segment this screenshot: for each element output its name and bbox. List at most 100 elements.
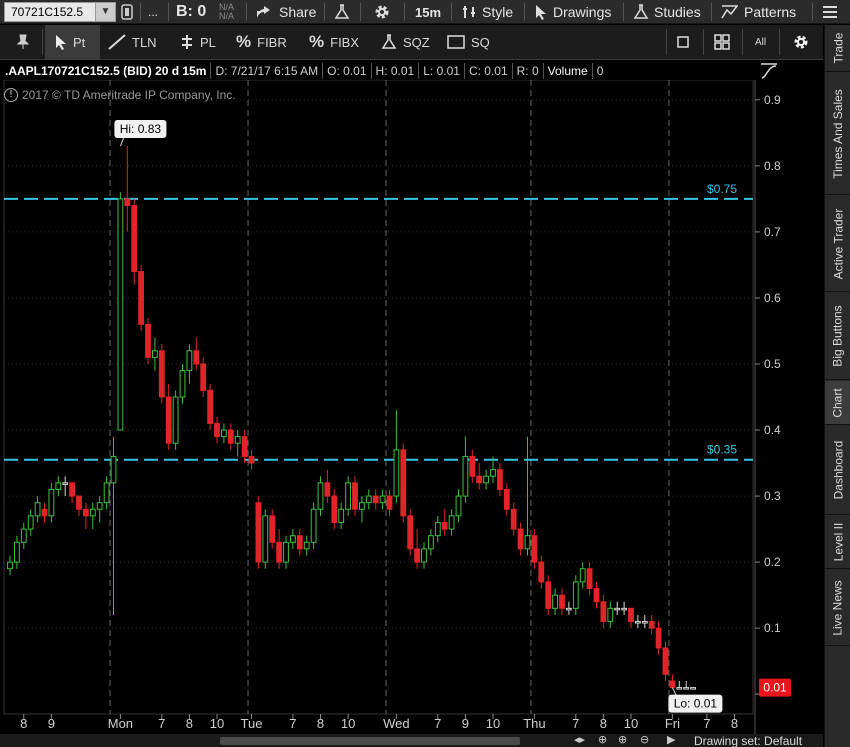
side-tab-level-ii[interactable]: Level II <box>825 516 850 569</box>
candle-body <box>676 687 683 690</box>
volume-value: 0 <box>596 64 604 78</box>
zoom-in-icon[interactable]: ⊕ <box>618 734 627 747</box>
y-tick-label: 0.1 <box>764 621 781 635</box>
tool-price-level[interactable]: PL <box>180 25 216 59</box>
all-button[interactable]: All <box>755 25 766 59</box>
symbol-input[interactable]: 70721C152.5 ▼ <box>4 2 116 22</box>
patterns-button[interactable]: Patterns <box>721 0 796 24</box>
zoom-fit-icon[interactable]: ⊕ <box>598 734 607 747</box>
y-tick-label: 0.2 <box>764 555 781 569</box>
price-level-label: $0.75 <box>707 182 737 196</box>
drawings-label: Drawings <box>553 4 612 20</box>
symbol-dropdown-chevron-icon[interactable]: ▼ <box>95 3 115 21</box>
grid-layout-icon[interactable] <box>714 25 730 59</box>
b-counter: B: 0 <box>176 3 207 20</box>
side-tab-chart[interactable]: Chart <box>825 381 850 425</box>
side-tab-trade[interactable]: Trade <box>825 25 850 72</box>
main-toolbar: 70721C152.5 ▼ ... B: 0 N/A N/A Share 15m… <box>0 0 850 24</box>
share-button[interactable]: Share <box>256 0 316 24</box>
candle-body <box>345 482 352 510</box>
studies-label: Studies <box>654 4 701 20</box>
style-button[interactable]: Style <box>461 0 513 24</box>
flask-icon[interactable] <box>334 0 350 24</box>
drawing-set-label[interactable]: Drawing set: Default <box>694 734 802 747</box>
candle-body <box>455 495 462 517</box>
volume-label[interactable]: Volume <box>544 63 593 79</box>
tool-fib-extension[interactable]: % FIBX <box>309 25 359 59</box>
plot-area <box>3 80 754 715</box>
y-tick-label: 0.7 <box>764 225 781 239</box>
price-level-icon <box>182 35 192 49</box>
y-tick-label: 0.5 <box>764 357 781 371</box>
price-chart[interactable]: 0.1 0.2 0.3 0.4 0.5 0.6 0.7 0.8 0.9 8 9 Mon 7 8 10 Tue 7… <box>0 80 823 734</box>
tool-trendline[interactable]: TLN <box>108 25 157 59</box>
candle-body <box>200 363 207 391</box>
drawings-button[interactable]: Drawings <box>534 0 611 24</box>
candle-body <box>69 482 75 497</box>
tool-fib-retracement[interactable]: % FIBR <box>236 25 287 59</box>
side-tab-dashboard[interactable]: Dashboard <box>825 426 850 515</box>
candle-body <box>234 436 241 444</box>
candle-body <box>331 495 338 523</box>
lo-label: Lo: 0.01 <box>674 697 718 711</box>
x-tick-label: 9 <box>48 716 55 731</box>
pin-icon[interactable] <box>8 25 38 59</box>
tool-sqz[interactable]: SQZ <box>381 25 430 59</box>
candle-body <box>172 396 179 444</box>
bar-date: D: 7/21/17 6:15 AM <box>211 63 324 79</box>
symbol-value: 70721C152.5 <box>11 5 84 19</box>
drawing-toolbar: Pt TLN PL % FIBR % FIBX SQZ SQ All <box>0 25 823 60</box>
tool-pointer[interactable]: Pt <box>45 25 100 59</box>
candle-body <box>27 515 34 530</box>
bar-open: O: 0.01 <box>323 63 372 79</box>
x-tick-label: 7 <box>572 716 579 731</box>
candle-body <box>255 502 262 563</box>
candle-body <box>365 495 372 504</box>
single-layout-icon[interactable] <box>676 25 690 59</box>
candle-body <box>379 495 386 504</box>
candle-body <box>55 482 62 490</box>
candle-body <box>283 541 289 563</box>
zoom-out-icon[interactable]: ⊖ <box>640 734 649 747</box>
info-icon[interactable]: ! <box>4 88 18 102</box>
side-tab-live-news[interactable]: Live News <box>825 570 850 646</box>
candle-body <box>124 198 131 206</box>
style-icon <box>463 6 475 18</box>
tool-fib-retracement-label: FIBR <box>257 34 287 50</box>
play-icon[interactable]: ▶ <box>667 734 675 747</box>
candle-body <box>352 482 358 510</box>
side-tab-big-buttons[interactable]: Big Buttons <box>825 293 850 380</box>
chart-symbol[interactable]: .AAPL170721C152.5 (BID) 20 d 15m <box>3 63 212 79</box>
candle-body <box>227 429 234 444</box>
y-tick-label: 0.6 <box>764 291 781 305</box>
side-tab-times-and-sales[interactable]: Times And Sales <box>825 73 850 195</box>
y-tick-label: 0.9 <box>764 93 781 107</box>
candle-body <box>131 204 138 273</box>
link-icon[interactable] <box>120 0 134 24</box>
chart-settings-gear-icon[interactable] <box>792 25 810 59</box>
candle-body <box>559 594 565 609</box>
trendline-icon <box>108 34 126 50</box>
candle-body <box>490 469 496 477</box>
more-dots[interactable]: ... <box>148 0 158 24</box>
tool-square[interactable]: SQ <box>447 25 490 59</box>
side-tab-label: Dashboard <box>831 440 845 500</box>
candle-body <box>186 350 193 372</box>
candle-body <box>83 508 89 517</box>
timeframe-button[interactable]: 15m <box>415 0 441 24</box>
candle-body <box>317 482 324 510</box>
candle-body <box>165 396 172 444</box>
x-tick-label: 7 <box>289 716 296 731</box>
candle-body <box>303 541 310 550</box>
candle-body <box>179 370 186 398</box>
candle-body <box>145 323 151 358</box>
chart-scrollbar[interactable] <box>220 737 520 745</box>
gear-icon[interactable] <box>373 0 391 24</box>
studies-button[interactable]: Studies <box>633 0 701 24</box>
side-tab-active-trader[interactable]: Active Trader <box>825 196 850 292</box>
menu-icon[interactable] <box>822 0 838 24</box>
candle-body <box>324 482 331 497</box>
candle-body <box>221 429 227 438</box>
pan-arrows-icon[interactable]: ◂▸ <box>574 734 585 747</box>
patterns-label: Patterns <box>744 4 797 20</box>
